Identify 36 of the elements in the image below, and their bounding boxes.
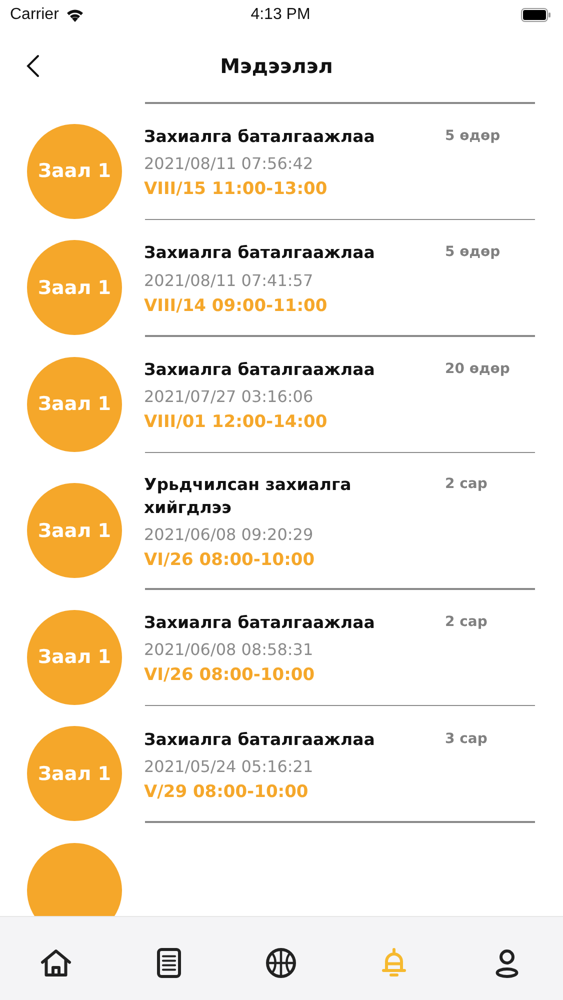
booking-slot: V/29 08:00-10:00 <box>144 782 535 802</box>
notification-title: Урьдчилсан захиалга хийгдлээ <box>144 474 352 520</box>
wifi-icon <box>64 7 85 23</box>
notification-age: 5 өдөр <box>445 244 502 260</box>
notification-title: Захиалга баталгаажлаа <box>144 358 376 381</box>
notification-age: 20 өдөр <box>445 360 511 377</box>
notification-age: 2 сар <box>445 614 488 630</box>
page-title: Мэдээлэл <box>219 54 334 78</box>
battery-icon <box>521 8 551 22</box>
booking-slot: VI/26 08:00-10:00 <box>144 550 535 570</box>
notification-title: Захиалга баталгаажлаа <box>144 612 376 634</box>
notification-title: Захиалга баталгаажлаа <box>144 728 376 751</box>
booking-slot: VIII/01 12:00-14:00 <box>144 412 535 432</box>
notification-title: Захиалга баталгаажлаа <box>144 242 376 264</box>
hall-badge: Заал 1 <box>27 483 122 578</box>
back-icon[interactable] <box>26 54 40 78</box>
notification-date: 2021/06/08 09:20:29 <box>144 525 314 544</box>
notification-date: 2021/06/08 08:58:31 <box>144 640 314 660</box>
notification-date: 2021/07/27 03:16:06 <box>144 387 314 406</box>
notification-date: 2021/08/11 07:41:57 <box>144 270 314 290</box>
notification-age: 2 сар <box>445 476 488 492</box>
carrier-label: Carrier <box>10 6 59 24</box>
hall-badge: Заал 1 <box>27 240 122 335</box>
hall-badge: Заал 1 <box>27 610 122 705</box>
booking-slot: VI/26 08:00-10:00 <box>144 665 535 686</box>
booking-slot: VIII/15 11:00-13:00 <box>144 179 535 200</box>
booking-slot: VIII/14 09:00-11:00 <box>144 296 535 316</box>
hall-badge: Заал 1 <box>27 356 122 452</box>
notification-date: 2021/05/24 05:16:21 <box>144 756 314 776</box>
hall-badge: Заал 1 <box>27 124 122 218</box>
hall-badge: Заал 1 <box>27 726 122 822</box>
notification-age: 3 сар <box>445 730 488 747</box>
notification-date: 2021/08/11 07:56:42 <box>144 154 314 174</box>
notification-age: 5 өдөр <box>445 128 502 144</box>
notification-title: Захиалга баталгаажлаа <box>144 126 376 148</box>
clock-time: 4:13 PM <box>250 6 310 24</box>
